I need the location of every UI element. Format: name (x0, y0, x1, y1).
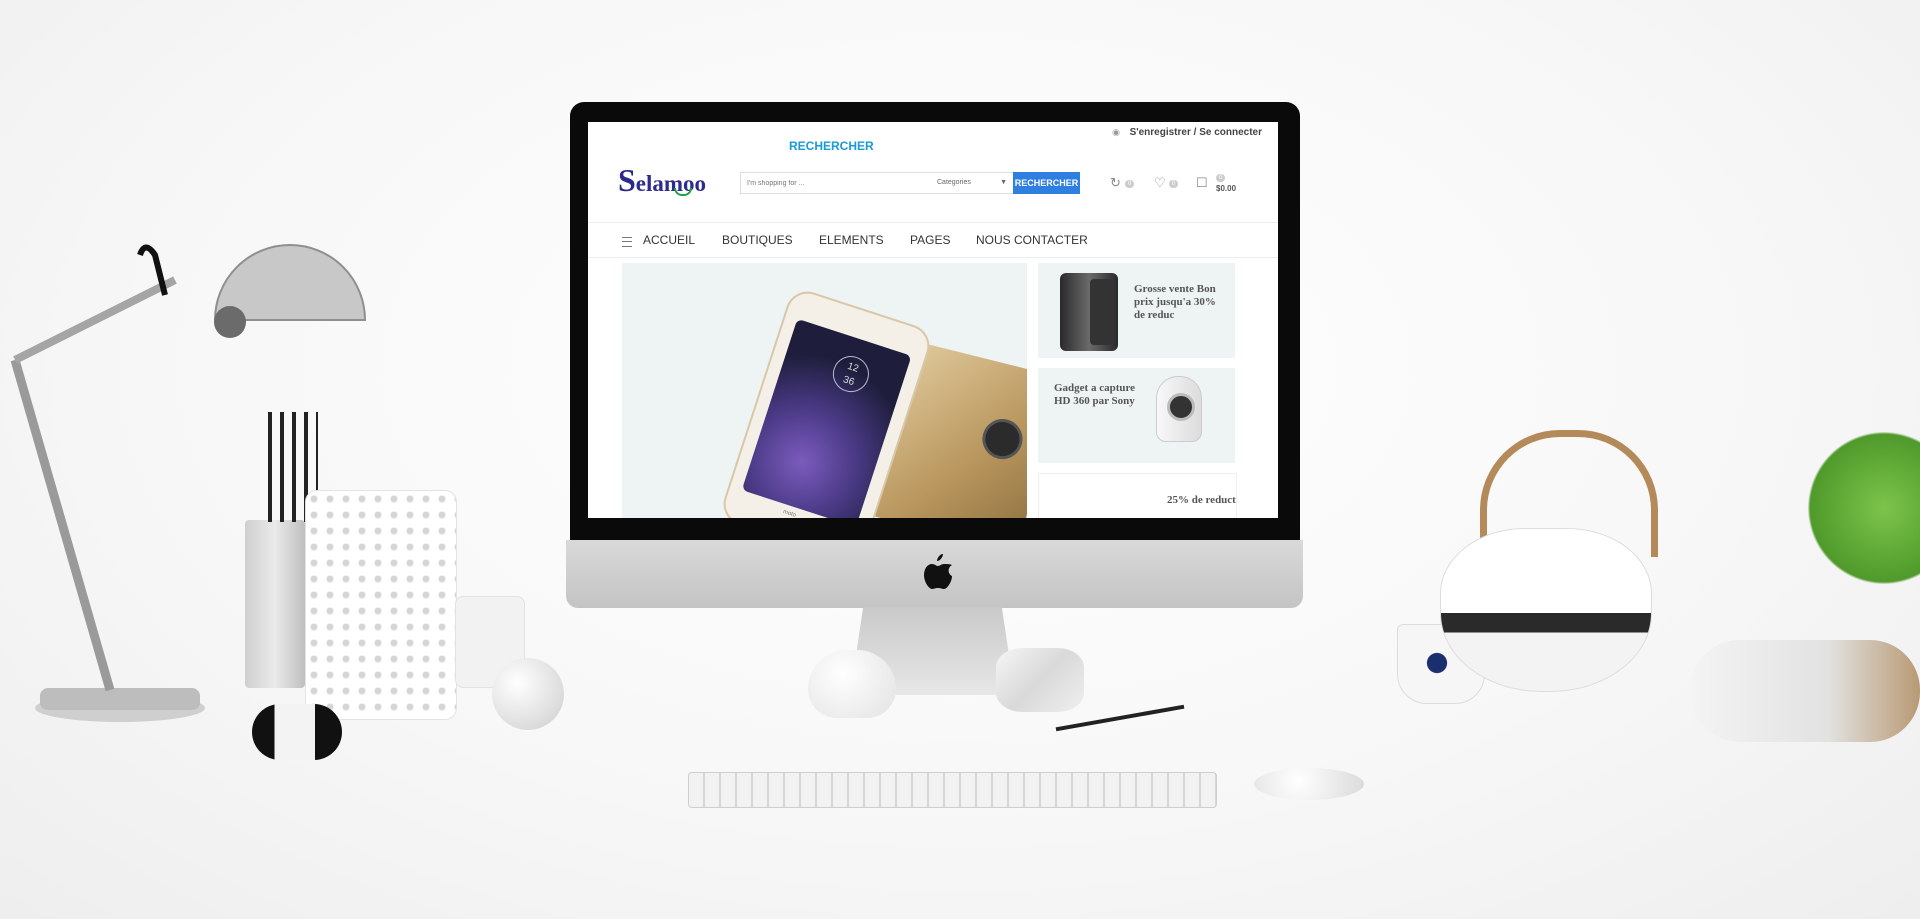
cart-total: $0.00 (1216, 184, 1237, 193)
keyboard[interactable] (688, 772, 1217, 808)
search-button[interactable]: RECHERCHER (1013, 172, 1080, 194)
login-register-link[interactable]: S'enregistrer / Se connecter (1130, 127, 1262, 138)
apple-icon (924, 554, 952, 589)
plant (1800, 418, 1920, 598)
nav-item-boutiques[interactable]: BOUTIQUES (722, 233, 793, 247)
promo-text-3: 25% de reduction (1167, 494, 1236, 506)
promo-banner-2[interactable]: Gadget a capture HD 360 par Sony (1038, 368, 1235, 463)
hero-banner[interactable]: 12 36 moto (622, 263, 1027, 518)
promo-text-2: Gadget a capture HD 360 par Sony (1054, 382, 1136, 407)
glass-ball (492, 658, 564, 730)
concrete-pencil-cup (245, 520, 305, 688)
headphones (1690, 640, 1920, 742)
mouse[interactable] (1254, 768, 1364, 800)
user-icon: ◉ (1112, 127, 1120, 137)
search-title: RECHERCHER (789, 139, 874, 153)
nav-item-contact[interactable]: NOUS CONTACTER (976, 233, 1088, 247)
clock-hour: 12 (845, 360, 860, 375)
white-perforated-holder (305, 490, 457, 720)
nav-item-accueil[interactable]: ACCUEIL (643, 233, 695, 247)
cart-count-badge: 0 (1216, 174, 1226, 182)
promo-camera-image (1156, 376, 1202, 442)
phone-brand-text: moto (782, 508, 797, 518)
promo-banner-3[interactable]: 25% de reduction (1038, 473, 1237, 518)
phone-clock: 12 36 (828, 351, 874, 397)
category-select-label: Categories (937, 179, 971, 186)
bird-figurine (808, 650, 896, 718)
hamburger-icon[interactable] (622, 237, 632, 247)
nav-item-elements[interactable]: ELEMENTS (819, 233, 884, 247)
promo-phone-image (1060, 273, 1118, 351)
website-screen: ◉ S'enregistrer / Se connecter RECHERCHE… (588, 122, 1278, 518)
pencil (1055, 704, 1185, 732)
crumpled-paper (996, 648, 1084, 712)
teapot (1440, 528, 1652, 692)
main-nav: ACCUEIL BOUTIQUES ELEMENTS PAGES NOUS CO… (588, 222, 1278, 258)
nav-item-pages[interactable]: PAGES (910, 233, 950, 247)
promo-text-1: Grosse vente Bon prix jusqu'a 30% de red… (1134, 283, 1216, 321)
cart-icon[interactable]: ☐ (1196, 175, 1208, 191)
category-select[interactable]: Categories ▼ (933, 173, 1013, 193)
desk-scene: ◉ S'enregistrer / Se connecter RECHERCHE… (0, 0, 1920, 919)
heart-icon[interactable]: ♡ (1154, 175, 1166, 191)
search-box: Categories ▼ (740, 172, 1014, 194)
site-logo[interactable]: Selamoo (618, 162, 706, 199)
logo-text: elamoo (635, 171, 707, 196)
top-bar: ◉ S'enregistrer / Se connecter (588, 122, 1278, 148)
search-input[interactable] (741, 173, 931, 193)
chevron-down-icon: ▼ (1000, 179, 1007, 186)
promo-banner-1[interactable]: Grosse vente Bon prix jusqu'a 30% de red… (1038, 263, 1235, 358)
compare-icon[interactable]: ↻ (1110, 175, 1121, 191)
phone-camera (978, 414, 1027, 464)
compare-count-badge: 0 (1125, 180, 1135, 188)
wishlist-count-badge: 0 (1169, 180, 1179, 188)
logo-first-letter: S (618, 162, 636, 198)
panda-figurine (252, 704, 342, 760)
clock-minute: 36 (841, 374, 856, 389)
